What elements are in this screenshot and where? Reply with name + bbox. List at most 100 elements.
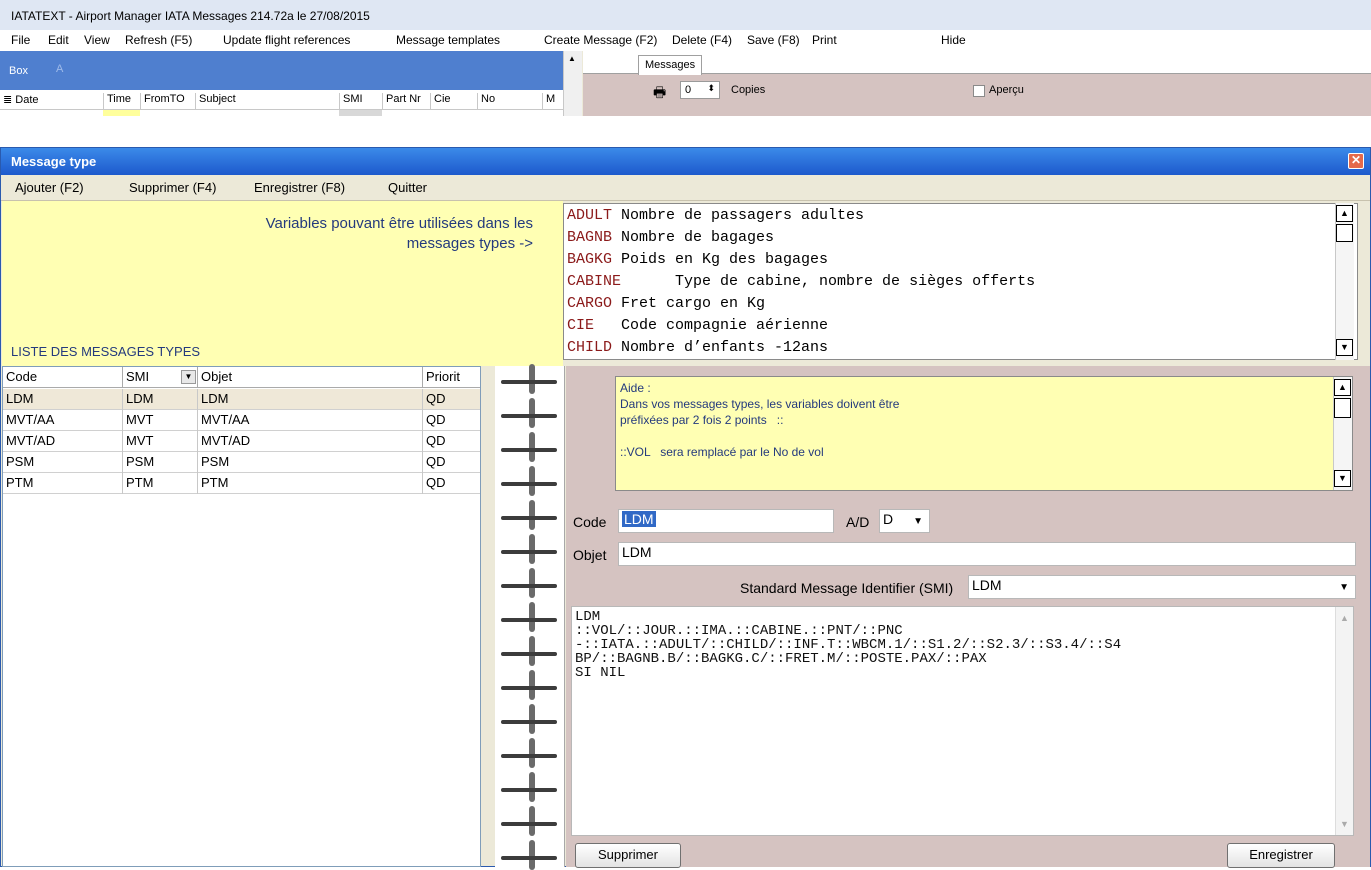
scroll-up-icon[interactable]: ▲ [1336,205,1353,222]
apercu-checkbox[interactable] [973,85,985,97]
binding-ring-icon [501,806,557,836]
cell-smi: LDM [123,389,198,410]
box-group-bar: Box A [0,51,563,90]
message-body-editor[interactable]: LDM ::VOL/::JOUR.::IMA.::CABINE.::PNT/::… [571,606,1354,836]
message-list-scrollbar[interactable]: ▲ [563,51,582,116]
cell-objet: PSM [198,452,423,473]
binding-ring-icon [501,398,557,428]
binding-ring-icon [501,636,557,666]
scroll-thumb[interactable] [1336,224,1353,242]
binding-ring-icon [501,364,557,394]
menu-file[interactable]: File [11,33,30,47]
table-row[interactable]: MVT/AD MVT MVT/AD QD [3,431,480,452]
scroll-up-icon[interactable]: ▲ [568,54,576,63]
cell-smi: PTM [123,473,198,494]
menu-delete[interactable]: Delete (F4) [672,33,732,47]
objet-field[interactable]: LDM [618,542,1356,566]
list-row[interactable] [0,110,563,116]
smi-label: Standard Message Identifier (SMI) [740,580,954,596]
table-row[interactable]: MVT/AA MVT MVT/AA QD [3,410,480,431]
chevron-down-icon[interactable]: ▼ [1339,582,1349,593]
scroll-up-icon[interactable]: ▲ [1340,613,1349,623]
col-cie[interactable]: Cie [430,93,451,109]
table-row[interactable]: PTM PTM PTM QD [3,473,480,494]
variable-row: CABINE Type de cabine, nombre de sièges … [567,273,1036,290]
table-row[interactable]: PSM PSM PSM QD [3,452,480,473]
col-time[interactable]: Time [103,93,131,109]
spinner-arrows-icon[interactable]: ⬍ [707,83,715,94]
scroll-thumb[interactable] [1334,398,1351,418]
col-no[interactable]: No [477,93,495,109]
message-type-dialog: Message type ✕ Ajouter (F2) Supprimer (F… [0,147,1371,870]
printer-icon[interactable]: 🖶 [653,82,666,106]
cell-objet: LDM [198,389,423,410]
dialog-menubar: Ajouter (F2) Supprimer (F4) Enregistrer … [1,175,1370,201]
delete-button[interactable]: Supprimer [575,843,681,868]
code-label: Code [573,514,607,530]
scroll-down-icon[interactable]: ▼ [1340,819,1349,829]
message-body-text: LDM ::VOL/::JOUR.::IMA.::CABINE.::PNT/::… [575,609,1122,681]
menu-edit[interactable]: Edit [48,33,69,47]
info-panel: Variables pouvant être utilisées dans le… [2,201,563,366]
cell-priorite: QD [426,391,446,406]
variables-list[interactable]: ADULT Nombre de passagers adultes BAGNB … [563,203,1358,360]
menu-create-message[interactable]: Create Message (F2) [544,33,657,47]
code-field[interactable]: LDM [618,509,834,533]
menu-refresh[interactable]: Refresh (F5) [125,33,192,47]
cell-priorite: QD [426,454,446,469]
col-priorite[interactable]: Priorit [423,367,475,388]
grid-header: Code SMI ▼ Objet Priorit [3,367,480,388]
menu-quitter[interactable]: Quitter [388,180,427,195]
variable-row: BAGKG Poids en Kg des bagages [567,251,829,268]
ad-select[interactable]: D ▼ [879,509,930,533]
ad-label: A/D [846,514,870,530]
scroll-down-icon[interactable]: ▼ [1334,470,1351,487]
menu-save[interactable]: Save (F8) [747,33,800,47]
save-button[interactable]: Enregistrer [1227,843,1335,868]
col-code[interactable]: Code [3,367,123,388]
box-label[interactable]: Box [9,65,28,77]
cell-priorite: QD [426,433,446,448]
col-smi[interactable]: SMI [339,93,363,109]
close-icon[interactable]: ✕ [1348,153,1364,169]
menu-supprimer[interactable]: Supprimer (F4) [129,180,216,195]
binding-ring-icon [501,500,557,530]
menu-hide[interactable]: Hide [941,33,966,47]
chevron-down-icon[interactable]: ▼ [913,516,923,527]
menu-update-flight-refs[interactable]: Update flight references [223,33,350,47]
cell-smi: MVT [123,410,198,431]
menu-view[interactable]: View [84,33,110,47]
scroll-down-icon[interactable]: ▼ [1336,339,1353,356]
binding-ring-icon [501,534,557,564]
copies-label: Copies [731,84,766,96]
cell-smi: MVT [123,431,198,452]
col-m[interactable]: M [542,93,555,109]
preview-tabstrip: Messages [583,51,1371,75]
cell-code: PTM [3,473,123,494]
help-box: Aide : Dans vos messages types, les vari… [615,376,1353,491]
tab-messages[interactable]: Messages [638,55,703,75]
col-partnr[interactable]: Part Nr [382,93,421,109]
chevron-down-icon[interactable]: ▼ [181,370,196,384]
col-date[interactable]: ≣ Date [0,93,39,109]
col-fromto[interactable]: FromTO [140,93,185,109]
copies-spinner[interactable]: 0 ⬍ [680,81,720,99]
menu-ajouter[interactable]: Ajouter (F2) [15,180,84,195]
binding-ring-icon [501,772,557,802]
variables-scrollbar[interactable]: ▲ ▼ [1335,203,1354,360]
menu-print[interactable]: Print [812,33,837,47]
cell-priorite: QD [426,475,446,490]
col-subject[interactable]: Subject [195,93,236,109]
menu-enregistrer[interactable]: Enregistrer (F8) [254,180,345,195]
smi-select[interactable]: LDM ▼ [968,575,1356,599]
cell-code: PSM [3,452,123,473]
body-scrollbar[interactable]: ▲ ▼ [1335,607,1353,835]
sort-indicator: A [56,63,64,75]
col-objet[interactable]: Objet [198,367,423,388]
dialog-title: Message type [11,154,97,169]
scroll-up-icon[interactable]: ▲ [1334,379,1351,396]
table-row[interactable]: LDM LDM LDM QD [3,389,480,410]
app-menubar: File Edit View Refresh (F5) Update fligh… [0,30,1371,51]
menu-message-templates[interactable]: Message templates [396,33,500,47]
help-scrollbar[interactable]: ▲ ▼ [1333,377,1352,490]
